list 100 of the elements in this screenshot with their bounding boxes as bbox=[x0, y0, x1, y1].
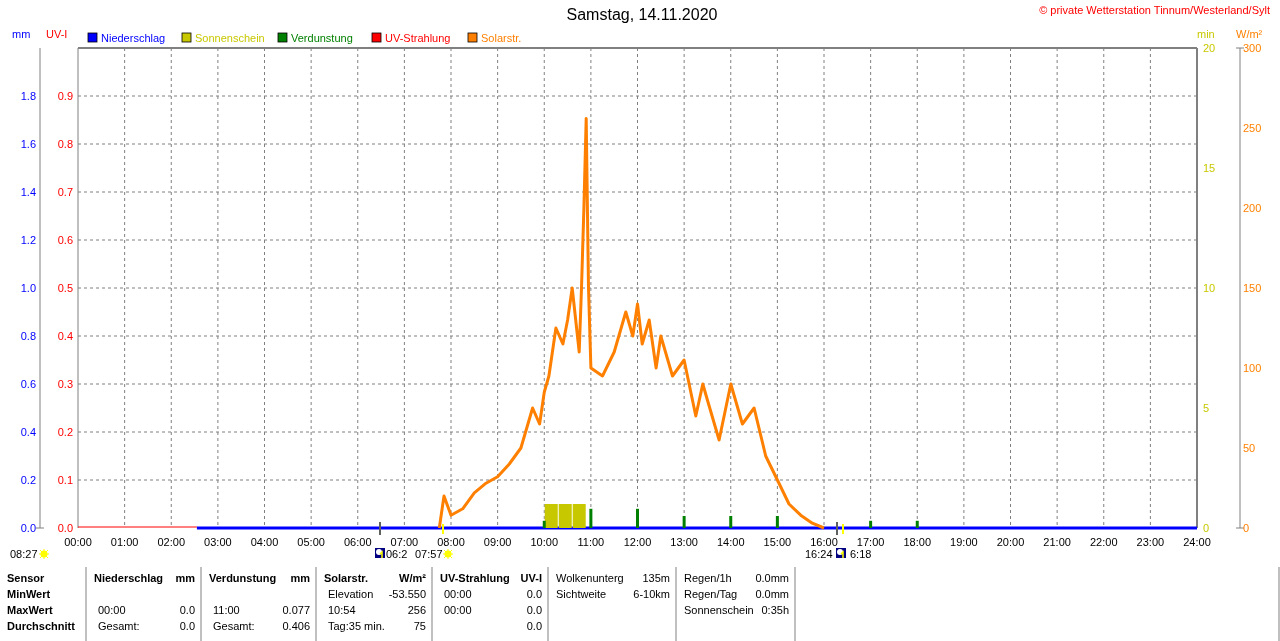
tick-label: 10 bbox=[1203, 282, 1216, 294]
time-marker-label: 07:57 bbox=[415, 548, 443, 560]
tick-label: 150 bbox=[1243, 282, 1262, 294]
table-cell: 75 bbox=[413, 620, 426, 632]
tick-label: 0.0 bbox=[20, 522, 36, 534]
tick-label: 0.4 bbox=[20, 426, 36, 438]
axis-unit: W/m² bbox=[1236, 30, 1263, 40]
table-cell-text: Elevation bbox=[327, 588, 374, 600]
axis-unit: mm bbox=[12, 30, 31, 40]
tick-label: 0.1 bbox=[57, 474, 73, 486]
legend-label: Solarstr. bbox=[481, 32, 522, 44]
table-cell: 6-10km bbox=[633, 588, 670, 600]
time-tick bbox=[836, 521, 838, 536]
tick-label: 1.0 bbox=[20, 282, 36, 294]
tick-label: 15:00 bbox=[763, 536, 792, 548]
table-cell: 0.0mm bbox=[755, 588, 789, 600]
column-header: Solarstr. bbox=[324, 572, 369, 584]
time-tick bbox=[379, 521, 381, 536]
tick-label: 1.8 bbox=[20, 90, 36, 102]
tick-label: 0.6 bbox=[20, 378, 36, 390]
tick-label: 16:00 bbox=[810, 536, 838, 548]
time-tick bbox=[842, 523, 844, 535]
sun-icon bbox=[442, 548, 454, 560]
sun-icon bbox=[38, 548, 50, 560]
tick-label: 1.6 bbox=[20, 138, 36, 150]
tick-label: 21:00 bbox=[1043, 536, 1071, 548]
tick-label: 12:00 bbox=[623, 536, 652, 548]
tick-label: 00:00 bbox=[64, 536, 92, 548]
tick-label: 04:00 bbox=[250, 536, 279, 548]
tick-label: 0.0 bbox=[57, 522, 73, 534]
table-cell: 135m bbox=[642, 572, 670, 584]
row-label: Durchschnitt bbox=[7, 620, 75, 632]
table-cell-text: 00:00 bbox=[443, 588, 472, 600]
tick-label: 18:00 bbox=[903, 536, 931, 548]
tick-label: 0.7 bbox=[57, 186, 73, 198]
row-label: MaxWert bbox=[7, 604, 53, 616]
tick-label: 22:00 bbox=[1090, 536, 1118, 548]
tick-label: 15 bbox=[1203, 162, 1216, 174]
table-cell: 0.0mm bbox=[755, 572, 789, 584]
tick-label: 24:00 bbox=[1183, 536, 1211, 548]
table-cell: Wolkenunterg bbox=[556, 572, 624, 584]
table-cell-text: Gesamt: bbox=[212, 620, 255, 632]
tick-label: 07:00 bbox=[390, 536, 419, 548]
tick-label: 200 bbox=[1243, 202, 1262, 214]
legend-label: Niederschlag bbox=[101, 32, 166, 44]
tick-label: 14:00 bbox=[717, 536, 745, 548]
unit-header: mm bbox=[175, 572, 195, 584]
time-marker-label: 16:24 bbox=[805, 548, 833, 560]
tick-label: 0 bbox=[1203, 522, 1210, 534]
table-cell: 0.0 bbox=[526, 620, 542, 632]
column-header: Verdunstung bbox=[209, 572, 277, 584]
legend-label: Verdunstung bbox=[291, 32, 353, 44]
tick-label: 0 bbox=[1243, 522, 1250, 534]
tick-label: 01:00 bbox=[110, 536, 139, 548]
tick-label: 03:00 bbox=[204, 536, 232, 548]
table-cell: 0.0 bbox=[526, 604, 542, 616]
tick-label: 08:00 bbox=[437, 536, 465, 548]
tick-label: 0.2 bbox=[20, 474, 36, 486]
tick-label: 5 bbox=[1203, 402, 1210, 414]
axis-unit: UV-I bbox=[46, 30, 68, 40]
copyright-text: © private Wetterstation Tinnum/Westerland/Sylt bbox=[1039, 4, 1270, 16]
unit-header: UV-I bbox=[520, 572, 542, 584]
time-marker-label: 08:27 bbox=[10, 548, 38, 560]
unit-header: mm bbox=[290, 572, 310, 584]
column-header: Niederschlag bbox=[94, 572, 164, 584]
table-cell-text: 10:54 bbox=[327, 604, 356, 616]
moon-icon bbox=[375, 548, 385, 559]
tick-label: 17:00 bbox=[856, 536, 885, 548]
table-cell: Regen/Tag bbox=[684, 588, 738, 600]
table-cell-text: Tag:35 min. bbox=[327, 620, 385, 632]
table-cell-text: 00:00 bbox=[443, 604, 472, 616]
tick-label: 0.4 bbox=[57, 330, 73, 342]
time-tick bbox=[442, 523, 444, 535]
tick-label: 100 bbox=[1243, 362, 1262, 374]
moon-icon bbox=[836, 548, 846, 559]
table-cell: 0.0 bbox=[526, 588, 542, 600]
time-marker-label: 06:2 bbox=[386, 548, 408, 560]
tick-label: 0.8 bbox=[20, 330, 36, 342]
legend-label: UV-Strahlung bbox=[385, 32, 451, 44]
table-cell-text: 00:00 bbox=[97, 604, 126, 616]
table-cell: Regen/1h bbox=[684, 572, 732, 584]
tick-label: 0.5 bbox=[57, 282, 73, 294]
table-cell: 0.077 bbox=[282, 604, 310, 616]
tick-label: 50 bbox=[1243, 442, 1256, 454]
tick-label: 0.6 bbox=[57, 234, 73, 246]
tick-label: 1.2 bbox=[20, 234, 36, 246]
tick-label: 05:00 bbox=[297, 536, 325, 548]
chart-title: Samstag, 14.11.2020 bbox=[566, 6, 718, 24]
legend-label: Sonnenschein bbox=[195, 32, 265, 44]
tick-label: 1.4 bbox=[20, 186, 36, 198]
tick-label: 11:00 bbox=[577, 536, 605, 548]
table-cell: 0:35h bbox=[761, 604, 789, 616]
tick-label: 250 bbox=[1243, 122, 1262, 134]
table-cell: -53.550 bbox=[388, 588, 426, 600]
tick-label: 09:00 bbox=[483, 536, 512, 548]
tick-label: 13:00 bbox=[670, 536, 698, 548]
table-cell-text: 11:00 bbox=[212, 604, 240, 616]
table-cell: 0.406 bbox=[282, 620, 310, 632]
tick-label: 300 bbox=[1243, 42, 1262, 54]
tick-label: 02:00 bbox=[157, 536, 185, 548]
